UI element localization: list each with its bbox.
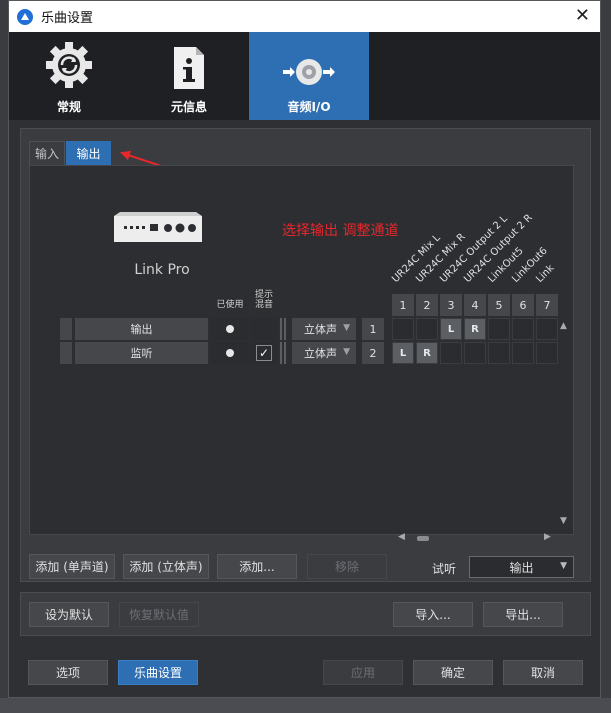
row-index: 1: [362, 318, 384, 340]
scroll-left-icon[interactable]: ◀: [398, 532, 405, 542]
matrix-cell[interactable]: [464, 342, 486, 364]
row-divider: [284, 342, 286, 364]
category-general[interactable]: 常规: [9, 32, 129, 120]
column-header-hint-line1: 提示: [254, 290, 273, 300]
format-select[interactable]: 立体声 ▼: [292, 318, 356, 340]
matrix-cell[interactable]: R: [416, 342, 438, 364]
window-title: 乐曲设置: [41, 11, 94, 26]
defaults-panel: 设为默认 恢复默认值 导入... 导出...: [20, 592, 591, 636]
chevron-down-icon: ▼: [343, 323, 350, 333]
row-name-output[interactable]: 输出: [75, 318, 208, 340]
matrix-cell[interactable]: [488, 342, 510, 364]
annotation-text: 选择输出 调整通道: [282, 223, 399, 239]
channel-label: Link: [534, 262, 557, 285]
matrix-cell[interactable]: [392, 318, 414, 340]
add-stereo-button[interactable]: 添加 (立体声): [123, 554, 209, 579]
close-icon[interactable]: ✕: [575, 5, 590, 26]
channel-assign-r: R: [465, 319, 485, 339]
matrix-cell[interactable]: [440, 342, 462, 364]
used-indicator: [211, 318, 249, 340]
matrix-cell[interactable]: [512, 342, 534, 364]
channel-number: 7: [536, 294, 558, 316]
channel-assign-r: R: [417, 343, 437, 363]
export-button[interactable]: 导出...: [483, 602, 563, 627]
row-name-monitor[interactable]: 监听: [75, 342, 208, 364]
category-audio-io[interactable]: 音频I/O: [249, 32, 369, 120]
song-settings-button[interactable]: 乐曲设置: [118, 660, 198, 685]
audio-io-panel: 输入 输出 Link Pro 选择输出 调整通道 已使用 提示 混音 UR24C…: [20, 128, 591, 582]
channel-number: 2: [416, 294, 438, 316]
category-label: 音频I/O: [287, 100, 331, 114]
matrix-cell[interactable]: L: [392, 342, 414, 364]
category-label: 元信息: [170, 100, 207, 114]
gear-icon: [46, 42, 92, 88]
row-handle[interactable]: [60, 318, 72, 340]
cancel-button[interactable]: 取消: [503, 660, 583, 685]
matrix-cell[interactable]: L: [440, 318, 462, 340]
check-icon: ✓: [256, 345, 272, 361]
speaker-icon: [283, 59, 335, 85]
category-bar: 常规 元信息 音频I/O: [9, 32, 600, 120]
import-button[interactable]: 导入...: [393, 602, 473, 627]
column-header-hint: 提示 混音: [252, 290, 276, 310]
channel-number: 5: [488, 294, 510, 316]
row-divider: [280, 342, 282, 364]
matrix-cell[interactable]: [416, 318, 438, 340]
listen-select[interactable]: 输出 ▼: [469, 556, 574, 578]
song-settings-dialog: 乐曲设置 ✕ 常规 元信息 音频I/O 输入 输出 Link Pro 选择输出 …: [8, 0, 601, 698]
remove-button[interactable]: 移除: [307, 554, 387, 579]
used-indicator: [211, 342, 249, 364]
channel-assign-l: L: [393, 343, 413, 363]
channel-number: 1: [392, 294, 414, 316]
add-button[interactable]: 添加...: [217, 554, 297, 579]
chevron-down-icon: ▼: [560, 561, 567, 571]
category-metadata[interactable]: 元信息: [129, 32, 249, 120]
info-icon: [174, 47, 204, 89]
matrix-cell[interactable]: R: [464, 318, 486, 340]
hint-mix-checkbox[interactable]: ✓: [251, 342, 277, 364]
matrix-cell[interactable]: [536, 342, 558, 364]
format-value: 立体声: [304, 323, 337, 336]
matrix-cell[interactable]: [536, 318, 558, 340]
apply-button[interactable]: 应用: [323, 660, 403, 685]
row-divider: [284, 318, 286, 340]
scroll-right-icon[interactable]: ▶: [544, 532, 551, 542]
background-app-bottom: [0, 698, 611, 713]
title-bar: 乐曲设置 ✕: [9, 1, 600, 32]
add-mono-button[interactable]: 添加 (单声道): [29, 554, 115, 579]
background-app-left: [0, 0, 8, 713]
category-label: 常规: [56, 100, 81, 114]
channel-number: 4: [464, 294, 486, 316]
column-header-hint-line2: 混音: [254, 300, 273, 310]
chevron-down-icon: ▼: [343, 347, 350, 357]
app-logo-icon: [17, 8, 33, 25]
matrix-cell[interactable]: [488, 318, 510, 340]
listen-label: 试听: [432, 562, 457, 576]
restore-default-button[interactable]: 恢复默认值: [119, 602, 199, 627]
column-header-used: 已使用: [216, 300, 244, 310]
background-app-right: [601, 0, 611, 713]
set-default-button[interactable]: 设为默认: [29, 602, 109, 627]
row-divider: [280, 318, 282, 340]
row-handle[interactable]: [60, 342, 72, 364]
listen-value: 输出: [509, 560, 534, 575]
channel-number: 3: [440, 294, 462, 316]
options-button[interactable]: 选项: [28, 660, 108, 685]
audio-interface-icon: [114, 212, 202, 242]
device-name: Link Pro: [134, 262, 190, 278]
format-value: 立体声: [304, 347, 337, 360]
horizontal-scrollbar-thumb[interactable]: [417, 536, 429, 541]
output-config-area: Link Pro 选择输出 调整通道 已使用 提示 混音 UR24C Mix L…: [29, 165, 574, 542]
row-index: 2: [362, 342, 384, 364]
ok-button[interactable]: 确定: [413, 660, 493, 685]
scroll-up-icon[interactable]: ▲: [560, 321, 567, 331]
format-select[interactable]: 立体声 ▼: [292, 342, 356, 364]
channel-assign-l: L: [441, 319, 461, 339]
matrix-cell[interactable]: [512, 318, 534, 340]
channel-number: 6: [512, 294, 534, 316]
hint-mix-checkbox[interactable]: [251, 318, 277, 340]
scroll-down-icon[interactable]: ▼: [560, 516, 567, 526]
